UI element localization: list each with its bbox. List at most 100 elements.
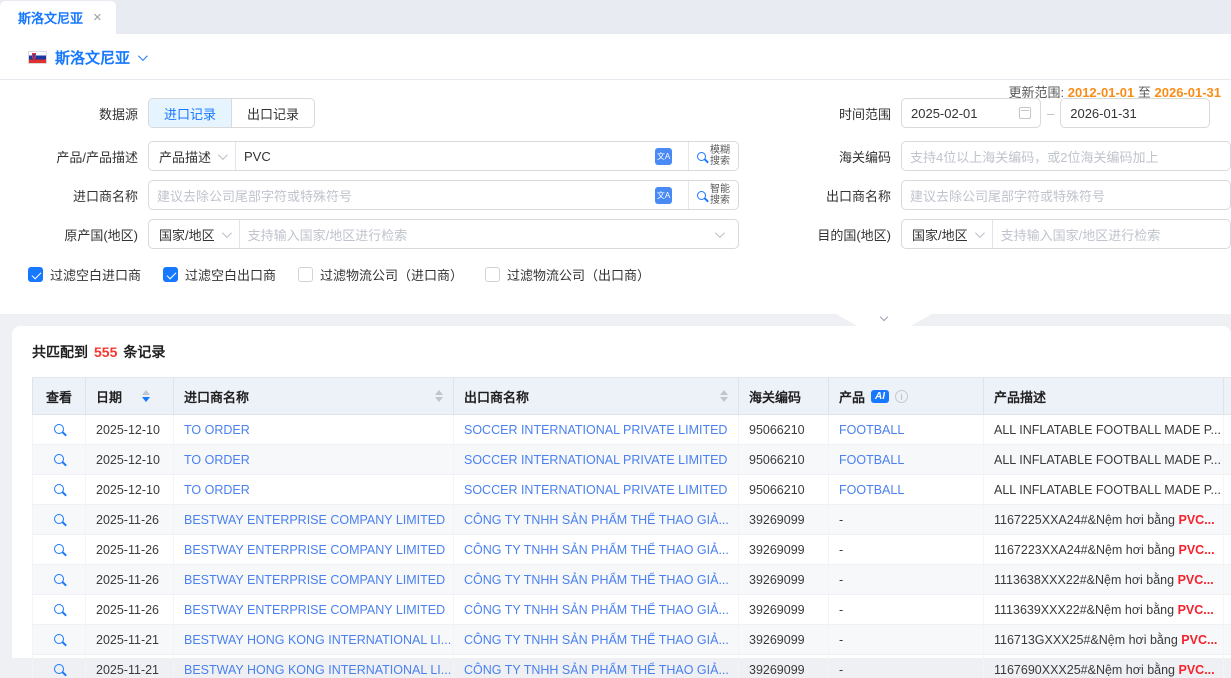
- destination-country-input[interactable]: 支持输入国家/地区进行检索: [993, 225, 1230, 244]
- origin-country-select[interactable]: 国家/地区: [149, 220, 240, 248]
- view-record-button[interactable]: [54, 544, 64, 554]
- table-row: 2025-11-26 BESTWAY ENTERPRISE COMPANY LIM…: [33, 535, 1231, 565]
- importer-link[interactable]: BESTWAY ENTERPRISE COMPANY LIMITED: [184, 513, 445, 527]
- col-date[interactable]: 日期: [86, 378, 174, 415]
- tab-export-records[interactable]: 出口记录: [231, 99, 314, 127]
- col-importer[interactable]: 进口商名称: [174, 378, 454, 415]
- keyword-highlight: PVC: [1178, 603, 1204, 617]
- fuzzy-search-button[interactable]: 模糊 搜索: [688, 142, 738, 170]
- sort-icon: [720, 390, 728, 402]
- table-row: 2025-11-26BESTWAY ENTERPRISE COMPANY LIM…: [33, 505, 1231, 535]
- exporter-link[interactable]: SOCCER INTERNATIONAL PRIVATE LIMITED: [464, 423, 727, 437]
- exporter-label: 出口商名称: [739, 186, 901, 205]
- filter-panel: 更新范围: 2012-01-01 至 2026-01-31 数据源 进口记录 出…: [0, 80, 1231, 314]
- filter-checkbox[interactable]: 过滤空白进口商: [28, 265, 141, 284]
- translate-icon[interactable]: 文A: [655, 148, 672, 165]
- importer-link[interactable]: BESTWAY ENTERPRISE COMPANY LIMITED: [184, 603, 445, 617]
- product-link[interactable]: FOOTBALL: [839, 483, 904, 497]
- translate-icon[interactable]: 文A: [655, 187, 672, 204]
- cell-hs-code: 39269099: [739, 655, 829, 678]
- view-record-button[interactable]: [54, 574, 64, 584]
- cell-product-desc: 1167690XXX25#&Nệm hơi bằng PVC...: [984, 655, 1224, 678]
- destination-country-label: 目的国(地区): [739, 225, 901, 244]
- cell-product: -: [829, 595, 984, 625]
- cell-date: 2025-11-26: [86, 535, 174, 565]
- chevron-down-icon: [880, 313, 888, 321]
- checkbox-unchecked-icon[interactable]: [485, 267, 500, 282]
- exporter-link[interactable]: SOCCER INTERNATIONAL PRIVATE LIMITED: [464, 483, 727, 497]
- table-row: 2025-12-10TO ORDERSOCCER INTERNATIONAL P…: [33, 415, 1231, 445]
- update-range-start: 2012-01-01: [1068, 85, 1135, 100]
- cell-product: -: [829, 565, 984, 595]
- checkbox-checked-icon[interactable]: [163, 267, 178, 282]
- importer-label: 进口商名称: [0, 186, 148, 205]
- view-record-button[interactable]: [54, 514, 64, 524]
- importer-link[interactable]: BESTWAY HONG KONG INTERNATIONAL LI...: [184, 663, 451, 677]
- table-row: 2025-11-21 BESTWAY HONG KONG INTERNATIONA…: [33, 625, 1231, 655]
- table-row: 2025-11-26BESTWAY ENTERPRISE COMPANY LIM…: [33, 595, 1231, 625]
- product-search-input[interactable]: PVC 文A: [236, 148, 688, 165]
- cell-product: -: [829, 505, 984, 535]
- smart-search-button[interactable]: 智能 搜索: [688, 181, 738, 209]
- origin-country-input[interactable]: 支持输入国家/地区进行检索: [240, 225, 738, 244]
- cell-extra: [1224, 595, 1231, 625]
- checkbox-label: 过滤空白出口商: [185, 265, 276, 284]
- cell-hs-code: 95066210: [739, 475, 829, 505]
- checkbox-unchecked-icon[interactable]: [298, 267, 313, 282]
- info-icon[interactable]: [895, 390, 908, 403]
- importer-link[interactable]: TO ORDER: [184, 453, 250, 467]
- exporter-link[interactable]: CÔNG TY TNHH SẢN PHẨM THỂ THAO GIẢ...: [464, 663, 729, 677]
- col-exporter[interactable]: 出口商名称: [454, 378, 739, 415]
- product-type-select[interactable]: 产品描述: [149, 142, 236, 170]
- exporter-link[interactable]: CÔNG TY TNHH SẢN PHẨM THỂ THAO GIẢ...: [464, 603, 729, 617]
- table-row: 2025-11-21BESTWAY HONG KONG INTERNATIONA…: [33, 655, 1231, 678]
- exporter-link[interactable]: SOCCER INTERNATIONAL PRIVATE LIMITED: [464, 453, 727, 467]
- exporter-input[interactable]: 建议去除公司尾部字符或特殊符号: [901, 180, 1231, 210]
- view-record-button[interactable]: [54, 424, 64, 434]
- view-record-button[interactable]: [54, 454, 64, 464]
- country-header: 斯洛文尼亚: [0, 34, 1231, 80]
- view-record-button[interactable]: [54, 634, 64, 644]
- destination-country-select[interactable]: 国家/地区: [902, 220, 993, 248]
- col-view: 查看: [33, 378, 86, 415]
- tab-slovenia[interactable]: 斯洛文尼亚 ×: [0, 1, 116, 34]
- cell-hs-code: 95066210: [739, 445, 829, 475]
- view-record-button[interactable]: [54, 664, 64, 674]
- importer-link[interactable]: BESTWAY HONG KONG INTERNATIONAL LI...: [184, 633, 451, 647]
- cell-date: 2025-11-21: [86, 625, 174, 655]
- chevron-down-icon[interactable]: [138, 51, 148, 61]
- cell-extra: [1224, 415, 1231, 445]
- exporter-link[interactable]: CÔNG TY TNHH SẢN PHẨM THỂ THAO GIẢ...: [464, 573, 729, 587]
- product-link[interactable]: FOOTBALL: [839, 453, 904, 467]
- table-row: 2025-12-10TO ORDERSOCCER INTERNATIONAL P…: [33, 475, 1231, 505]
- filter-checkbox[interactable]: 过滤物流公司（进口商）: [298, 265, 463, 284]
- exporter-link[interactable]: CÔNG TY TNHH SẢN PHẨM THỂ THAO GIẢ...: [464, 633, 729, 647]
- checkbox-label: 过滤空白进口商: [50, 265, 141, 284]
- filter-checkbox[interactable]: 过滤物流公司（出口商）: [485, 265, 650, 284]
- product-link[interactable]: FOOTBALL: [839, 423, 904, 437]
- col-product-desc: 产品描述: [984, 378, 1224, 415]
- date-end-input[interactable]: 2026-01-31: [1060, 98, 1210, 128]
- importer-input[interactable]: 建议去除公司尾部字符或特殊符号 文A: [149, 186, 688, 205]
- table-row: 2025-12-10TO ORDERSOCCER INTERNATIONAL P…: [33, 445, 1231, 475]
- date-start-input[interactable]: 2025-02-01: [901, 98, 1041, 128]
- exporter-link[interactable]: CÔNG TY TNHH SẢN PHẨM THỂ THAO GIẢ...: [464, 513, 729, 527]
- importer-link[interactable]: BESTWAY ENTERPRISE COMPANY LIMITED: [184, 573, 445, 587]
- close-icon[interactable]: ×: [93, 10, 102, 25]
- country-name[interactable]: 斯洛文尼亚: [55, 47, 130, 68]
- hs-code-input[interactable]: 支持4位以上海关编码，或2位海关编码加上: [901, 141, 1231, 171]
- cell-extra: [1224, 625, 1231, 655]
- filter-checkbox[interactable]: 过滤空白出口商: [163, 265, 276, 284]
- view-record-button[interactable]: [54, 604, 64, 614]
- cell-hs-code: 39269099: [739, 565, 829, 595]
- tab-import-records[interactable]: 进口记录: [149, 99, 231, 127]
- cell-extra: [1224, 565, 1231, 595]
- view-record-button[interactable]: [54, 484, 64, 494]
- cell-product-desc: ALL INFLATABLE FOOTBALL MADE P...: [984, 445, 1224, 475]
- importer-link[interactable]: TO ORDER: [184, 483, 250, 497]
- importer-link[interactable]: TO ORDER: [184, 423, 250, 437]
- importer-link[interactable]: BESTWAY ENTERPRISE COMPANY LIMITED: [184, 543, 445, 557]
- cell-extra: [1224, 535, 1231, 565]
- exporter-link[interactable]: CÔNG TY TNHH SẢN PHẨM THỂ THAO GIẢ...: [464, 543, 729, 557]
- checkbox-checked-icon[interactable]: [28, 267, 43, 282]
